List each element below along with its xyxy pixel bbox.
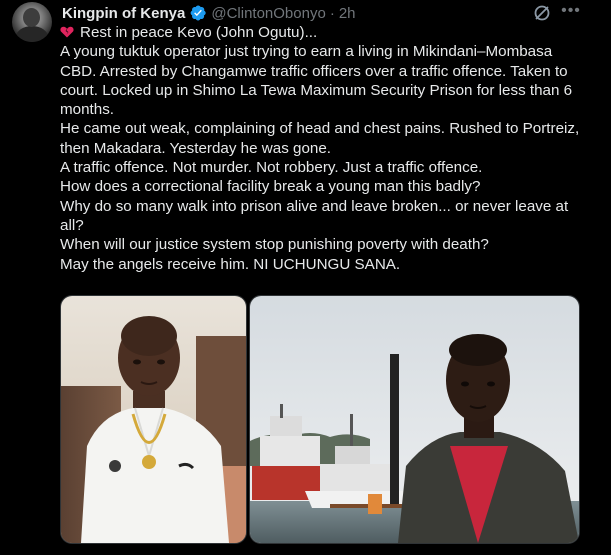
tweet-text: Rest in peace Kevo (John Ogutu)... A you… (60, 23, 590, 274)
tweet-line-1: Rest in peace Kevo (John Ogutu)... (60, 23, 590, 42)
man-in-white-shirt-photo[interactable] (60, 295, 247, 544)
tweet-line-8: May the angels receive him. NI UCHUNGU S… (60, 255, 401, 273)
man-at-harbour-with-ships-photo[interactable] (249, 295, 580, 544)
tweet-line-2: A young tuktuk operator just trying to e… (60, 43, 573, 119)
verified-badge-icon (190, 5, 207, 21)
author-display-name[interactable]: Kingpin of Kenya (62, 5, 185, 22)
header-separator: · (329, 4, 335, 22)
grok-icon[interactable] (532, 3, 552, 23)
tweet-line-7: When will our justice system stop punish… (60, 236, 489, 254)
tweet-line-4: A traffic offence. Not murder. Not robbe… (60, 159, 483, 177)
broken-heart-icon (60, 26, 74, 38)
tweet-line-5: How does a correctional facility break a… (60, 178, 481, 196)
tweet[interactable]: Kingpin of Kenya @ClintonObonyo · 2h •••… (0, 0, 611, 555)
more-options-icon[interactable]: ••• (560, 2, 582, 22)
author-avatar[interactable] (12, 2, 52, 42)
tweet-line-6: Why do so many walk into prison alive an… (60, 197, 569, 234)
author-handle[interactable]: @ClintonObonyo (211, 5, 325, 22)
tweet-header: Kingpin of Kenya @ClintonObonyo · 2h (62, 2, 356, 24)
tweet-timestamp[interactable]: 2h (339, 5, 356, 22)
tweet-line-3: He came out weak, complaining of head an… (60, 120, 580, 157)
